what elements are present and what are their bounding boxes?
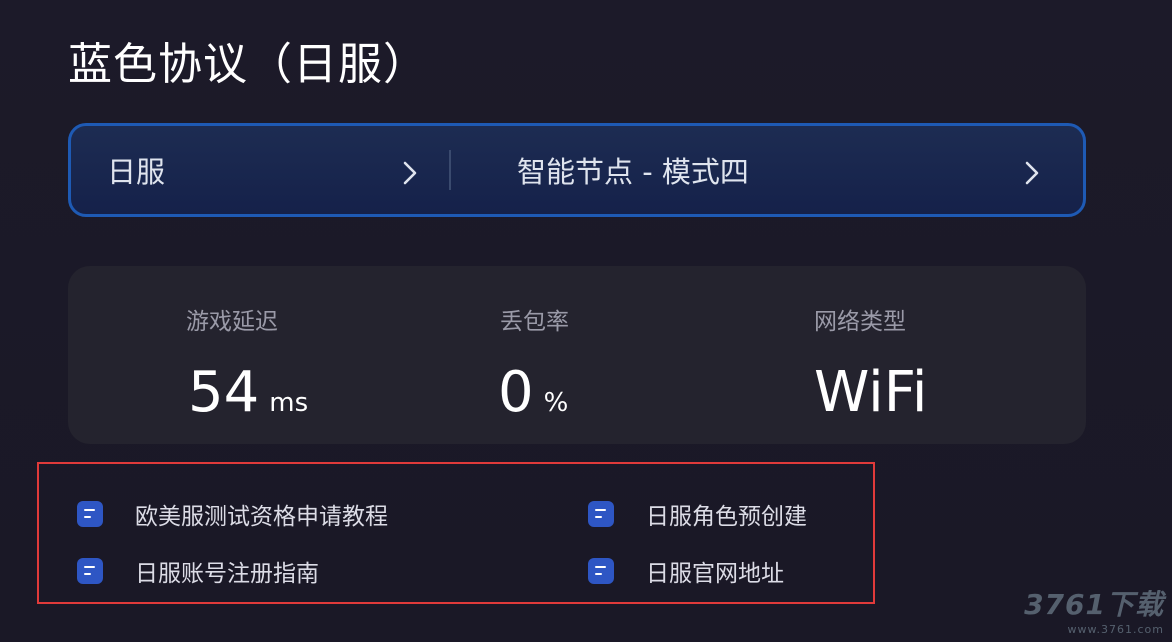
node-mode-label: 智能节点 - 模式四 (517, 155, 749, 189)
site-watermark: 3761下载 www.3761.com (1024, 583, 1164, 636)
guide-link-label: 日服官网地址 (646, 561, 784, 587)
app-page: 蓝色协议（日服） 日服 智能节点 - 模式四 游戏延迟 54 ms 丢包率 0% (0, 0, 1172, 642)
network-type-value: WiFi (814, 360, 927, 425)
guide-link-character-precreate[interactable]: 日服角色预创建 (588, 497, 807, 531)
latency-value: 54 ms (188, 360, 308, 425)
network-type-text: WiFi (814, 360, 928, 425)
guide-link-label: 日服账号注册指南 (135, 561, 319, 587)
document-icon (77, 501, 103, 527)
page-title: 蓝色协议（日服） (68, 39, 428, 90)
watermark-logo: 3761下载 (1024, 588, 1164, 621)
network-type-label: 网络类型 (814, 309, 906, 335)
guide-link-official-site[interactable]: 日服官网地址 (588, 554, 784, 588)
packet-loss-unit: % (543, 388, 569, 418)
latency-number: 54 (188, 360, 260, 425)
watermark-url: www.3761.com (1067, 623, 1164, 636)
route-selector: 日服 智能节点 - 模式四 (68, 123, 1086, 217)
latency-label: 游戏延迟 (186, 309, 278, 335)
server-region-selector[interactable]: 日服 (71, 126, 449, 214)
node-mode-selector[interactable]: 智能节点 - 模式四 (451, 126, 1083, 214)
chevron-right-icon (399, 158, 421, 188)
guide-link-label: 欧美服测试资格申请教程 (135, 504, 388, 530)
packet-loss-number: 0 (498, 360, 534, 425)
guide-links-box: 欧美服测试资格申请教程 日服角色预创建 日服账号注册指南 日服官网地址 (37, 462, 875, 604)
document-icon (588, 501, 614, 527)
guide-link-account-register[interactable]: 日服账号注册指南 (77, 554, 319, 588)
latency-unit: ms (269, 388, 309, 418)
chevron-right-icon (1021, 158, 1043, 188)
packet-loss-label: 丢包率 (500, 309, 569, 335)
network-stats-panel: 游戏延迟 54 ms 丢包率 0% 网络类型 WiFi (68, 266, 1086, 444)
document-icon (77, 558, 103, 584)
guide-link-na-test[interactable]: 欧美服测试资格申请教程 (77, 497, 388, 531)
guide-link-label: 日服角色预创建 (646, 504, 807, 530)
document-icon (588, 558, 614, 584)
server-region-label: 日服 (107, 155, 166, 189)
packet-loss-value: 0% (498, 360, 568, 425)
